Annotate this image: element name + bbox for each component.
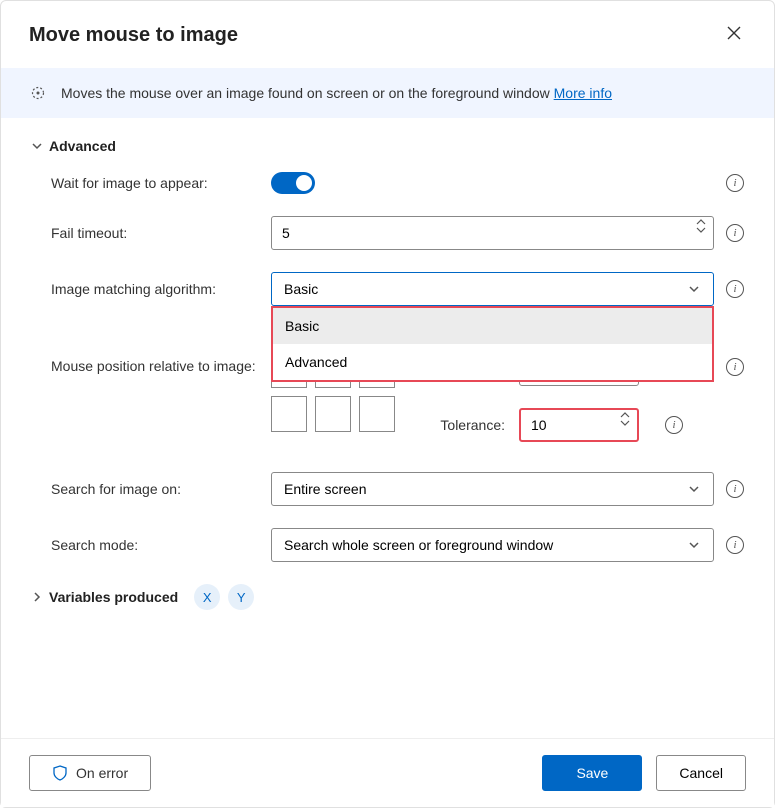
variable-y-badge[interactable]: Y — [228, 584, 254, 610]
tolerance-input[interactable]: 10 — [519, 408, 639, 442]
search-mode-select[interactable]: Search whole screen or foreground window — [271, 528, 714, 562]
mouse-pos-label: Mouse position relative to image: — [31, 352, 271, 374]
info-icon[interactable]: i — [726, 280, 744, 298]
more-info-link[interactable]: More info — [554, 85, 612, 101]
pos-cell[interactable] — [315, 396, 351, 432]
algo-option-advanced[interactable]: Advanced — [273, 344, 712, 380]
close-button[interactable] — [722, 21, 746, 50]
close-icon — [726, 25, 742, 41]
info-icon[interactable]: i — [726, 536, 744, 554]
on-error-button[interactable]: On error — [29, 755, 151, 791]
pos-cell[interactable] — [359, 396, 395, 432]
info-icon[interactable]: i — [726, 480, 744, 498]
algo-row: Image matching algorithm: Basic Basic Ad… — [31, 272, 744, 306]
pos-cell[interactable] — [271, 396, 307, 432]
spinner[interactable] — [619, 412, 631, 426]
shield-icon — [52, 765, 68, 781]
wait-label: Wait for image to appear: — [31, 175, 271, 191]
fail-timeout-label: Fail timeout: — [31, 225, 271, 241]
content-area: Advanced Wait for image to appear: i Fai… — [1, 118, 774, 638]
algo-select[interactable]: Basic — [271, 272, 714, 306]
fail-timeout-row: Fail timeout: 5 i — [31, 216, 744, 250]
variables-section-toggle[interactable]: Variables produced X Y — [31, 584, 744, 610]
info-bar: Moves the mouse over an image found on s… — [1, 68, 774, 118]
chevron-down-icon — [31, 140, 43, 152]
dialog-title: Move mouse to image — [29, 24, 238, 47]
chevron-down-icon — [687, 482, 701, 496]
spinner[interactable] — [695, 219, 707, 233]
search-mode-label: Search mode: — [31, 537, 271, 553]
algo-label: Image matching algorithm: — [31, 281, 271, 297]
algo-dropdown: Basic Advanced — [271, 306, 714, 382]
algo-option-basic[interactable]: Basic — [273, 308, 712, 344]
wait-toggle[interactable] — [271, 172, 315, 194]
chevron-right-icon — [31, 591, 43, 603]
variable-x-badge[interactable]: X — [194, 584, 220, 610]
search-on-select[interactable]: Entire screen — [271, 472, 714, 506]
chevron-down-icon — [687, 538, 701, 552]
dialog-footer: On error Save Cancel — [1, 738, 774, 807]
chevron-down-icon — [687, 282, 701, 296]
info-icon[interactable]: i — [726, 224, 744, 242]
search-on-row: Search for image on: Entire screen i — [31, 472, 744, 506]
wait-row: Wait for image to appear: i — [31, 172, 744, 194]
fail-timeout-input[interactable]: 5 — [271, 216, 714, 250]
tolerance-row: Tolerance: 10 i — [435, 408, 683, 442]
info-icon[interactable]: i — [726, 174, 744, 192]
search-on-label: Search for image on: — [31, 481, 271, 497]
tolerance-label: Tolerance: — [435, 417, 505, 433]
info-text: Moves the mouse over an image found on s… — [61, 85, 612, 101]
search-mode-row: Search mode: Search whole screen or fore… — [31, 528, 744, 562]
cancel-button[interactable]: Cancel — [656, 755, 746, 791]
advanced-section-toggle[interactable]: Advanced — [31, 138, 744, 154]
mouse-target-icon — [29, 84, 47, 102]
dialog-header: Move mouse to image — [1, 1, 774, 68]
save-button[interactable]: Save — [542, 755, 642, 791]
info-icon[interactable]: i — [726, 358, 744, 376]
info-icon[interactable]: i — [665, 416, 683, 434]
